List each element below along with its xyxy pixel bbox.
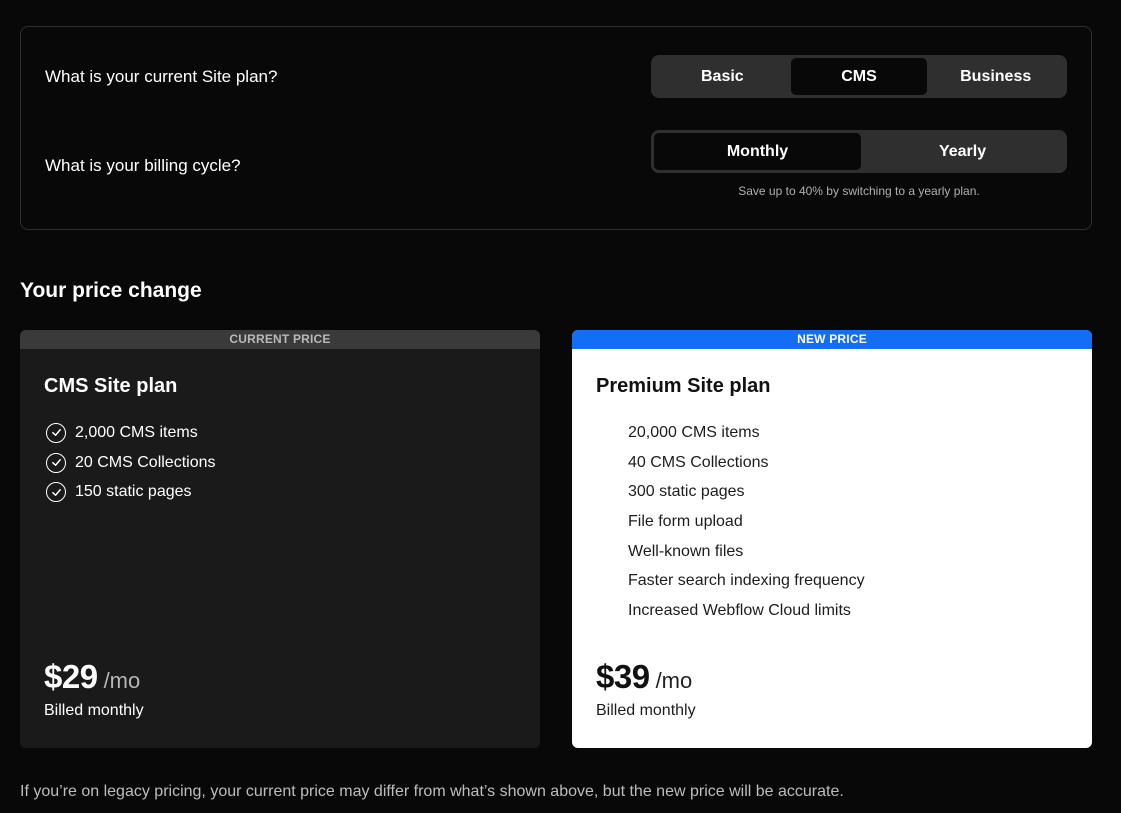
current-price-amount: $29	[44, 658, 98, 695]
billing-option-yearly[interactable]: Yearly	[861, 133, 1064, 170]
new-price-band: NEW PRICE	[572, 330, 1092, 349]
new-price-card: NEW PRICE Premium Site plan 20,000 CMS i…	[572, 330, 1092, 748]
feature-item: File form upload	[628, 512, 743, 530]
feature-label: 2,000 CMS items	[75, 423, 198, 441]
check-circle-icon	[46, 452, 66, 473]
plan-option-business[interactable]: Business	[927, 58, 1064, 95]
feature-item: Increased Webflow Cloud limits	[628, 601, 851, 619]
new-plan-name: Premium Site plan	[596, 375, 771, 397]
yearly-savings-note: Save up to 40% by switching to a yearly …	[738, 184, 980, 198]
current-plan-features: 2,000 CMS items 20 CMS Collections 150 s…	[44, 418, 216, 507]
feature-item: Well-known files	[628, 542, 744, 560]
price-change-heading: Your price change	[20, 279, 202, 302]
feature-item: 300 static pages	[628, 483, 745, 501]
current-billing-label: Billed monthly	[44, 702, 144, 719]
feature-item: 20 CMS Collections	[44, 448, 216, 478]
check-circle-icon	[46, 482, 66, 503]
plan-option-cms[interactable]: CMS	[790, 58, 928, 95]
feature-item: 150 static pages	[44, 477, 216, 507]
feature-item: Faster search indexing frequency	[628, 572, 865, 590]
legacy-pricing-footnote: If you’re on legacy pricing, your curren…	[20, 783, 844, 800]
new-price-unit: /mo	[655, 668, 693, 693]
new-plan-features: 20,000 CMS items 40 CMS Collections 300 …	[596, 418, 865, 626]
feature-item: 40 CMS Collections	[628, 453, 769, 471]
current-price-unit: /mo	[103, 668, 141, 693]
billing-option-monthly[interactable]: Monthly	[654, 133, 862, 170]
site-plan-segmented-control: Basic CMS Business	[651, 55, 1067, 98]
site-plan-question: What is your current Site plan?	[45, 67, 278, 86]
new-billing-label: Billed monthly	[596, 702, 696, 719]
new-price: $39 /mo	[596, 658, 692, 696]
current-price-card: CURRENT PRICE CMS Site plan 2,000 CMS it…	[20, 330, 540, 748]
new-price-amount: $39	[596, 658, 650, 695]
current-price-band: CURRENT PRICE	[20, 330, 540, 349]
check-circle-icon	[46, 422, 66, 443]
feature-label: 20 CMS Collections	[75, 453, 216, 471]
current-plan-name: CMS Site plan	[44, 375, 178, 397]
feature-label: 150 static pages	[75, 483, 192, 501]
billing-cycle-segmented-control: Monthly Yearly	[651, 130, 1067, 173]
plan-selector-panel: What is your current Site plan? Basic CM…	[20, 26, 1092, 230]
feature-item: 20,000 CMS items	[628, 423, 760, 441]
feature-item: 2,000 CMS items	[44, 418, 216, 448]
current-price: $29 /mo	[44, 658, 140, 696]
plan-option-basic[interactable]: Basic	[654, 58, 791, 95]
billing-cycle-question: What is your billing cycle?	[45, 156, 241, 175]
